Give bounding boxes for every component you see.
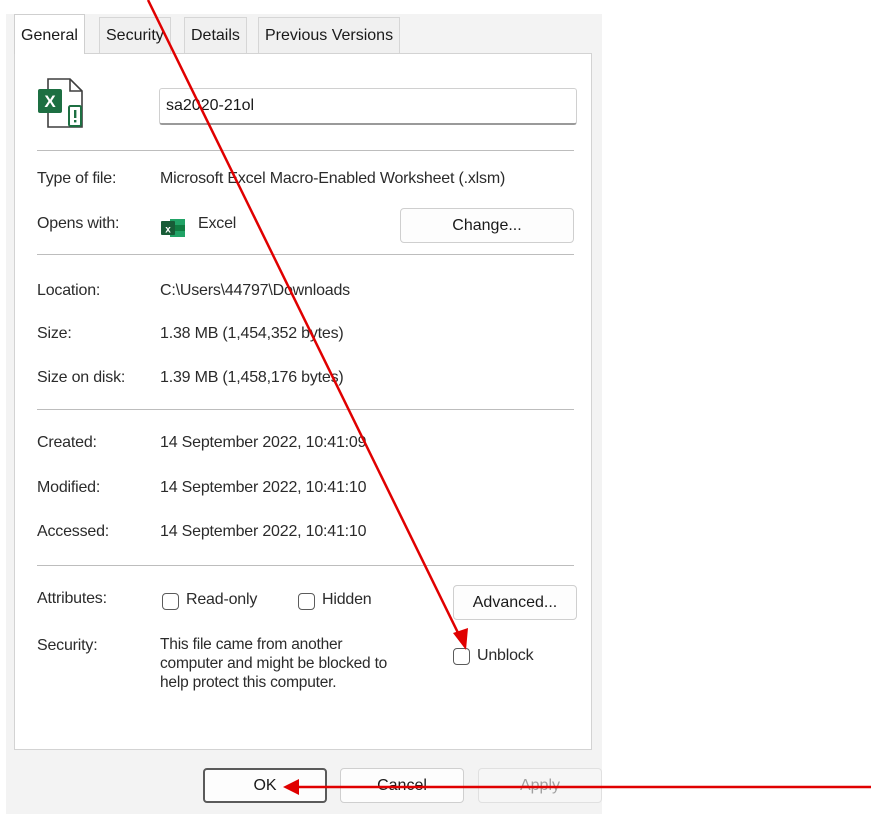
read-only-label: Read-only — [186, 591, 258, 608]
type-of-file-value: Microsoft Excel Macro-Enabled Worksheet … — [160, 170, 506, 187]
cancel-button[interactable]: Cancel — [340, 768, 464, 803]
size-on-disk-value: 1.39 MB (1,458,176 bytes) — [160, 369, 344, 386]
opens-with-value: Excel — [198, 215, 237, 232]
separator — [37, 254, 574, 255]
hidden-label: Hidden — [322, 591, 372, 608]
size-on-disk-label: Size on disk: — [37, 369, 126, 386]
security-label: Security: — [37, 637, 98, 654]
change-button[interactable]: Change... — [400, 208, 574, 243]
security-message-line: This file came from another — [160, 636, 343, 653]
tab-general[interactable]: General — [14, 14, 85, 54]
tab-details[interactable]: Details — [184, 17, 247, 53]
created-value: 14 September 2022, 10:41:09 — [160, 434, 367, 451]
separator — [37, 565, 574, 566]
security-message-line: help protect this computer. — [160, 674, 337, 691]
size-label: Size: — [37, 325, 72, 342]
type-of-file-label: Type of file: — [37, 170, 117, 187]
separator — [37, 150, 574, 151]
file-properties-dialog: General Security Details Previous Versio… — [0, 0, 871, 814]
excel-file-icon: X — [38, 78, 83, 128]
unblock-label: Unblock — [477, 647, 534, 664]
accessed-value: 14 September 2022, 10:41:10 — [160, 523, 367, 540]
attributes-label: Attributes: — [37, 590, 107, 607]
size-value: 1.38 MB (1,454,352 bytes) — [160, 325, 344, 342]
tab-security[interactable]: Security — [99, 17, 171, 53]
advanced-button[interactable]: Advanced... — [453, 585, 577, 620]
apply-button[interactable]: Apply — [478, 768, 602, 803]
separator — [37, 409, 574, 410]
security-message-line: computer and might be blocked to — [160, 655, 388, 672]
read-only-checkbox[interactable] — [162, 593, 179, 610]
tab-previous-versions[interactable]: Previous Versions — [258, 17, 401, 53]
hidden-checkbox[interactable] — [298, 593, 315, 610]
opens-with-label: Opens with: — [37, 215, 120, 232]
modified-value: 14 September 2022, 10:41:10 — [160, 479, 367, 496]
excel-app-icon: x — [161, 219, 185, 237]
modified-label: Modified: — [37, 479, 101, 496]
svg-text:x: x — [165, 225, 171, 236]
file-name-input[interactable]: sa2020-21ol — [159, 88, 577, 125]
location-value: C:\Users\44797\Downloads — [160, 282, 350, 299]
location-label: Location: — [37, 282, 101, 299]
accessed-label: Accessed: — [37, 523, 110, 540]
unblock-checkbox[interactable] — [453, 648, 470, 665]
created-label: Created: — [37, 434, 97, 451]
ok-button[interactable]: OK — [203, 768, 327, 803]
svg-text:X: X — [44, 92, 56, 111]
